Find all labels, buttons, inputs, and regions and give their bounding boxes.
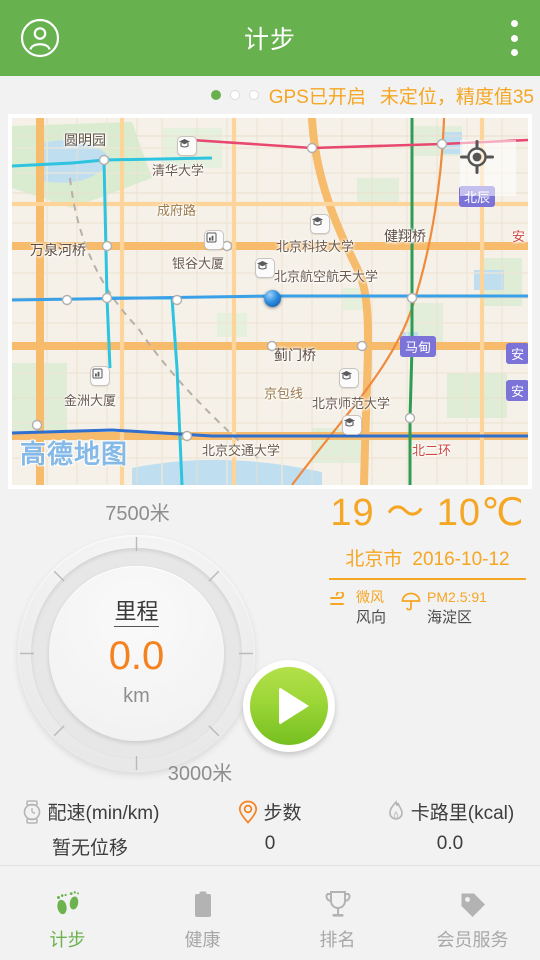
- gps-dot-1: [210, 90, 221, 100]
- flame-icon: [388, 799, 403, 820]
- weather-card: 19 ～ 10℃ 北京市 2016-10-12 微风 风向 PM2.5:91 海…: [325, 492, 530, 628]
- start-tracking-button[interactable]: [243, 660, 335, 752]
- metro-station-tag[interactable]: 安: [506, 380, 528, 401]
- wind-icon: [329, 590, 351, 615]
- person-circle-icon: [20, 18, 60, 58]
- building-icon[interactable]: [90, 366, 110, 386]
- distance-dial[interactable]: 里程 0.0 km: [18, 535, 255, 772]
- dial-lower-goal-label: 3000米: [167, 763, 233, 785]
- current-location-dot: [264, 290, 281, 307]
- play-button-face: [250, 667, 328, 745]
- locate-me-button[interactable]: [460, 140, 516, 196]
- nav-label-health: 健康: [184, 930, 221, 950]
- metric-steps-header: 步数: [180, 798, 360, 825]
- weather-wind-level: 微风: [356, 588, 384, 605]
- school-icon[interactable]: [177, 136, 197, 156]
- weather-date-label: 2016-10-12: [412, 548, 510, 570]
- dial-upper-goal-label: 7500米: [105, 503, 170, 525]
- dial-metric-label: 里程: [114, 599, 159, 627]
- weather-pm25-text: PM2.5:91 海淀区: [427, 588, 487, 628]
- gps-signal-dots: [210, 90, 259, 100]
- location-pin-icon: [239, 800, 258, 824]
- weather-temperature: 19 ～ 10℃: [330, 492, 525, 534]
- app-header: 计步: [0, 0, 540, 76]
- metric-pace: 配速(min/km) 暂无位移: [0, 798, 180, 865]
- dial-metric-value: 0.0: [108, 633, 165, 678]
- weather-wind-label: 风向: [356, 608, 387, 626]
- page-title: 计步: [243, 26, 296, 54]
- nav-item-member-service[interactable]: 会员服务: [405, 882, 540, 960]
- weather-wind-text: 微风 风向: [356, 588, 386, 628]
- weather-pm25-item: PM2.5:91 海淀区: [400, 588, 487, 628]
- weather-district-label: 海淀区: [427, 608, 473, 626]
- gps-status-bar: GPS已开启 未定位，精度值35: [0, 76, 540, 114]
- clipboard-icon: [194, 891, 211, 917]
- metric-steps: 步数 0: [180, 798, 360, 865]
- school-icon[interactable]: [255, 258, 275, 278]
- nav-label-member-service: 会员服务: [436, 930, 509, 950]
- gps-status-text: GPS已开启 未定位，精度值35: [269, 82, 534, 109]
- watch-icon: [23, 799, 40, 824]
- gps-accuracy-label: 未定位，精度值35: [379, 86, 534, 108]
- gps-enabled-label: GPS已开启: [268, 86, 366, 108]
- nav-item-ranking[interactable]: 排名: [270, 882, 405, 960]
- gps-dot-3: [248, 90, 259, 100]
- school-icon[interactable]: [310, 214, 330, 234]
- nav-item-pedometer[interactable]: 计步: [0, 882, 135, 960]
- umbrella-icon: [400, 592, 422, 617]
- weather-divider: [329, 577, 526, 580]
- profile-button[interactable]: [18, 16, 62, 60]
- weather-city-label: 北京市: [345, 548, 403, 570]
- metric-calories-value: 0.0: [436, 833, 464, 854]
- building-icon[interactable]: [204, 230, 224, 250]
- gps-dot-2: [229, 90, 240, 100]
- metric-pace-header: 配速(min/km): [0, 798, 180, 825]
- weather-details-row: 微风 风向 PM2.5:91 海淀区: [325, 588, 530, 628]
- map-container[interactable]: 圆明园 清华大学 成府路 万泉河桥 银谷大厦 北京科技大学 健翔桥 北京航空航天大学安蓟门桥金…: [8, 114, 532, 489]
- map-provider-logo: 高德地图: [20, 439, 129, 469]
- metrics-row: 配速(min/km) 暂无位移 步数 0 卡路里(kcal) 0.0: [0, 794, 540, 866]
- metric-pace-label: 配速(min/km): [47, 803, 160, 824]
- weather-city-date: 北京市 2016-10-12: [325, 544, 530, 571]
- map-canvas[interactable]: 圆明园 清华大学 成府路 万泉河桥 银谷大厦 北京科技大学 健翔桥 北京航空航天大学安蓟门桥金…: [12, 118, 528, 485]
- metric-calories: 卡路里(kcal) 0.0: [360, 798, 540, 865]
- weather-wind-item: 微风 风向: [329, 588, 386, 628]
- footprints-icon: [56, 891, 79, 915]
- play-triangle-icon: [278, 687, 309, 725]
- metric-pace-value: 暂无位移: [51, 838, 128, 859]
- metric-steps-value: 0: [264, 833, 276, 854]
- metric-calories-header: 卡路里(kcal): [360, 798, 540, 825]
- crosshair-locate-icon: [460, 140, 494, 174]
- metric-calories-label: 卡路里(kcal): [410, 803, 515, 824]
- nav-label-ranking: 排名: [319, 930, 356, 950]
- weather-pm25-value: PM2.5:91: [427, 588, 487, 605]
- overflow-menu-icon[interactable]: [510, 20, 518, 56]
- school-icon[interactable]: [339, 368, 359, 388]
- bottom-navigation: 计步 健康 排名 会员服务: [0, 882, 540, 960]
- nav-item-health[interactable]: 健康: [135, 882, 270, 960]
- dial-inner-face: 里程 0.0 km: [49, 566, 224, 741]
- school-icon[interactable]: [342, 415, 362, 435]
- metro-station-tag[interactable]: 安: [506, 343, 528, 364]
- metric-steps-label: 步数: [263, 803, 302, 824]
- dial-metric-unit: km: [123, 684, 150, 707]
- trophy-icon: [325, 891, 350, 917]
- metro-station-tag[interactable]: 马甸: [400, 336, 437, 357]
- nav-label-pedometer: 计步: [49, 930, 86, 950]
- tag-icon: [461, 893, 485, 917]
